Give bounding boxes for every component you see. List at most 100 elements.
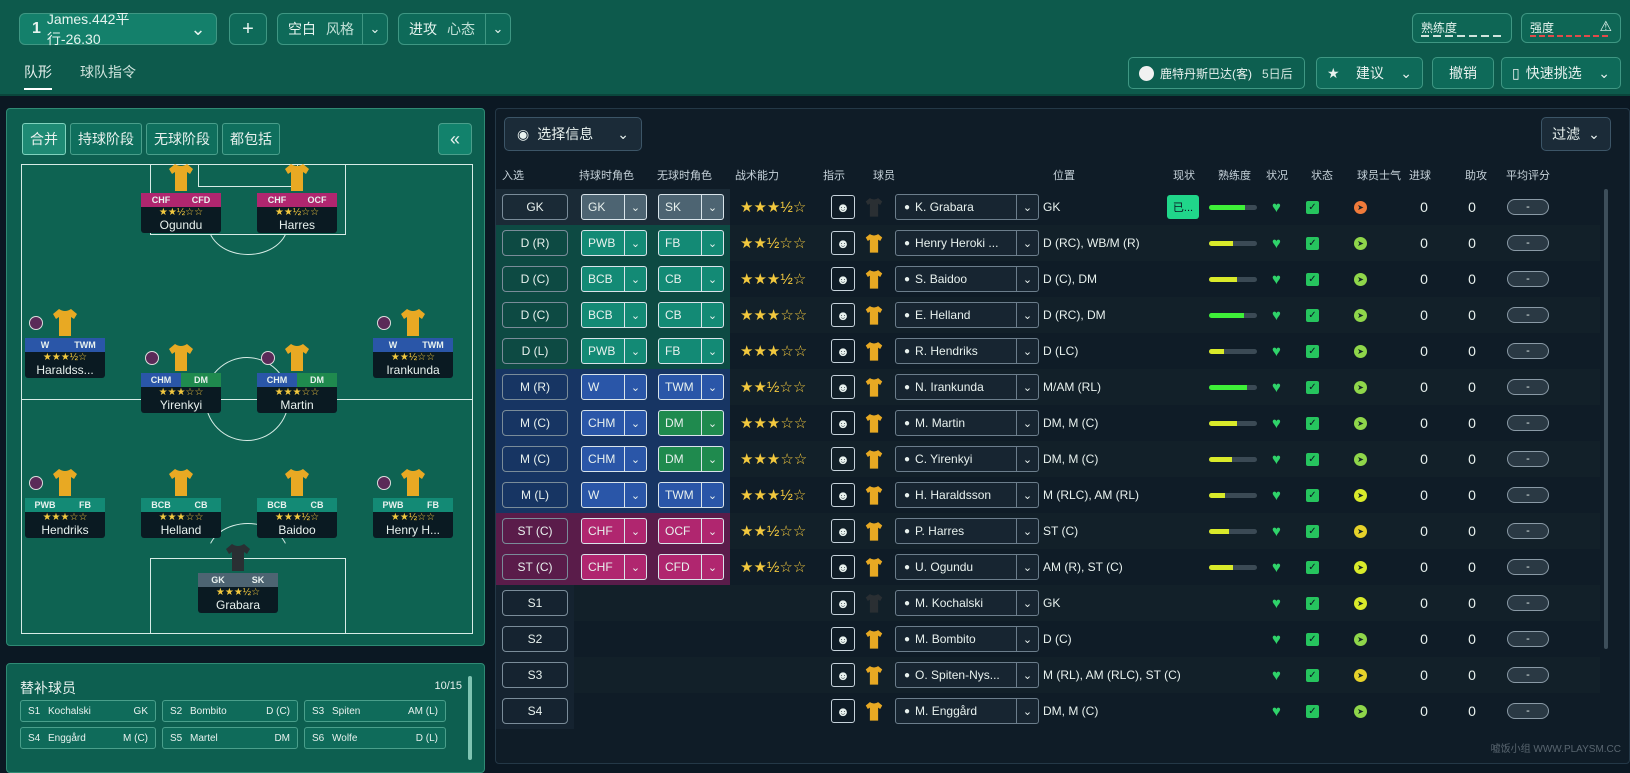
position-select[interactable]: D (R) [502,230,568,256]
phase-tab-combined[interactable]: 合并 [22,123,66,155]
sub-slot[interactable]: S3 Spiten AM (L) [304,700,446,722]
column-header[interactable]: 助攻 [1465,167,1487,183]
phase-tab-in-possession[interactable]: 持球阶段 [70,123,142,155]
checkbox-icon[interactable]: ✓ [1306,380,1319,394]
out-of-possession-role-select[interactable]: SK ⌄ [658,194,724,220]
player-select[interactable]: ● M. Bombito ⌄ [895,626,1039,652]
person-icon[interactable]: ☻ [831,483,855,507]
player-select[interactable]: ● M. Kochalski ⌄ [895,590,1039,616]
table-row[interactable]: M (C) CHM ⌄ DM ⌄ ★★★☆☆ ☻ ● C. Yirenkyi ⌄ DM, … [496,441,1600,477]
position-select[interactable]: ST (C) [502,554,568,580]
collapse-button[interactable]: « [438,123,472,155]
player-select[interactable]: ● M. Enggård ⌄ [895,698,1039,724]
player-select[interactable]: ● P. Harres ⌄ [895,518,1039,544]
checkbox-icon[interactable]: ✓ [1306,308,1319,322]
checkbox-icon[interactable]: ✓ [1306,236,1319,250]
player-select[interactable]: ● C. Yirenkyi ⌄ [895,446,1039,472]
table-row[interactable]: GK GK ⌄ SK ⌄ ★★★½☆ ☻ ● K. Grabara ⌄ GK 已... ♥ ✓… [496,189,1600,225]
undo-button[interactable]: 撤销 [1432,57,1494,89]
out-of-possession-role-select[interactable]: FB ⌄ [658,230,724,256]
table-row[interactable]: S1 ☻ ● M. Kochalski ⌄ GK ♥ ✓ ➤ 0 0 - [496,585,1600,621]
column-header[interactable]: 入选 [502,167,524,183]
in-possession-role-select[interactable]: BCB ⌄ [581,266,647,292]
tactic-selector[interactable]: 1 James.442平行-26.30 ⌄ [19,11,217,47]
subs-scrollbar[interactable] [468,676,472,760]
out-of-possession-role-select[interactable]: FB ⌄ [658,338,724,364]
position-select[interactable]: D (C) [502,302,568,328]
position-select[interactable]: D (C) [502,266,568,292]
in-possession-role-select[interactable]: W ⌄ [581,374,647,400]
player-select[interactable]: ● H. Haraldsson ⌄ [895,482,1039,508]
style-dropdown[interactable]: 空白 风格 ⌄ [277,13,388,45]
table-row[interactable]: M (R) W ⌄ TWM ⌄ ★★½☆☆ ☻ ● N. Irankunda ⌄ M/AM… [496,369,1600,405]
table-row[interactable]: ST (C) CHF ⌄ CFD ⌄ ★★½☆☆ ☻ ● U. Ogundu ⌄ AM (… [496,549,1600,585]
sub-slot[interactable]: S2 Bombito D (C) [162,700,298,722]
in-possession-role-select[interactable]: CHM ⌄ [581,446,647,472]
player-select[interactable]: ● N. Irankunda ⌄ [895,374,1039,400]
out-of-possession-role-select[interactable]: TWM ⌄ [658,482,724,508]
tab-team-instructions[interactable]: 球队指令 [80,62,136,90]
person-icon[interactable]: ☻ [831,663,855,687]
filter-dropdown[interactable]: 过滤 ⌄ [1541,117,1611,151]
player-select[interactable]: ● O. Spiten-Nys... ⌄ [895,662,1039,688]
column-header[interactable]: 无球时角色 [657,167,712,183]
table-row[interactable]: D (L) PWB ⌄ FB ⌄ ★★★☆☆ ☻ ● R. Hendriks ⌄ D (L… [496,333,1600,369]
position-select[interactable]: M (R) [502,374,568,400]
player-select[interactable]: ● U. Ogundu ⌄ [895,554,1039,580]
player-select[interactable]: ● K. Grabara ⌄ [895,194,1039,220]
position-select[interactable]: M (L) [502,482,568,508]
familiarity-meter[interactable]: 熟练度 [1412,13,1512,43]
out-of-possession-role-select[interactable]: CFD ⌄ [658,554,724,580]
table-row[interactable]: D (R) PWB ⌄ FB ⌄ ★★½☆☆ ☻ ● Henry Heroki ... ⌄… [496,225,1600,261]
column-header[interactable]: 位置 [1053,167,1075,183]
select-info-dropdown[interactable]: ◉ 选择信息 ⌄ [504,117,642,151]
person-icon[interactable]: ☻ [831,627,855,651]
person-icon[interactable]: ☻ [831,519,855,543]
table-row[interactable]: ST (C) CHF ⌄ OCF ⌄ ★★½☆☆ ☻ ● P. Harres ⌄ ST (… [496,513,1600,549]
in-possession-role-select[interactable]: PWB ⌄ [581,230,647,256]
column-header[interactable]: 指示 [823,167,845,183]
out-of-possession-role-select[interactable]: CB ⌄ [658,302,724,328]
table-scrollbar[interactable] [1604,189,1608,649]
column-header[interactable]: 进球 [1409,167,1431,183]
sub-slot[interactable]: S6 Wolfe D (L) [304,727,446,749]
column-header[interactable]: 球员 [873,167,895,183]
checkbox-icon[interactable]: ✓ [1306,596,1319,610]
in-possession-role-select[interactable]: W ⌄ [581,482,647,508]
quick-pick-button[interactable]: ▯ 快速挑选 ⌄ [1501,57,1621,89]
out-of-possession-role-select[interactable]: OCF ⌄ [658,518,724,544]
table-row[interactable]: S3 ☻ ● O. Spiten-Nys... ⌄ M (RL), AM (RLC),… [496,657,1600,693]
table-row[interactable]: D (C) BCB ⌄ CB ⌄ ★★★☆☆ ☻ ● E. Helland ⌄ D (RC… [496,297,1600,333]
position-select[interactable]: D (L) [502,338,568,364]
position-select[interactable]: S2 [502,626,568,652]
out-of-possession-role-select[interactable]: TWM ⌄ [658,374,724,400]
column-header[interactable]: 持球时角色 [579,167,634,183]
player-select[interactable]: ● E. Helland ⌄ [895,302,1039,328]
person-icon[interactable]: ☻ [831,339,855,363]
position-select[interactable]: S3 [502,662,568,688]
checkbox-icon[interactable]: ✓ [1306,488,1319,502]
position-select[interactable]: ST (C) [502,518,568,544]
out-of-possession-role-select[interactable]: DM ⌄ [658,410,724,436]
checkbox-icon[interactable]: ✓ [1306,704,1319,718]
column-header[interactable]: 现状 [1173,167,1195,183]
person-icon[interactable]: ☻ [831,231,855,255]
person-icon[interactable]: ☻ [831,555,855,579]
player-select[interactable]: ● Henry Heroki ... ⌄ [895,230,1039,256]
checkbox-icon[interactable]: ✓ [1306,668,1319,682]
checkbox-icon[interactable]: ✓ [1306,452,1319,466]
table-row[interactable]: S4 ☻ ● M. Enggård ⌄ DM, M (C) ♥ ✓ ➤ 0 0 - [496,693,1600,729]
next-match-info[interactable]: 鹿特丹斯巴达(客) 5日后 [1128,57,1305,89]
checkbox-icon[interactable]: ✓ [1306,200,1319,214]
player-select[interactable]: ● R. Hendriks ⌄ [895,338,1039,364]
mentality-dropdown[interactable]: 进攻 心态 ⌄ [398,13,511,45]
checkbox-icon[interactable]: ✓ [1306,416,1319,430]
phase-tab-both[interactable]: 都包括 [222,123,280,155]
column-header[interactable]: 球员士气 [1357,167,1401,183]
player-select[interactable]: ● M. Martin ⌄ [895,410,1039,436]
person-icon[interactable]: ☻ [831,447,855,471]
person-icon[interactable]: ☻ [831,591,855,615]
in-possession-role-select[interactable]: CHM ⌄ [581,410,647,436]
player-select[interactable]: ● S. Baidoo ⌄ [895,266,1039,292]
phase-tab-out-of-possession[interactable]: 无球阶段 [146,123,218,155]
